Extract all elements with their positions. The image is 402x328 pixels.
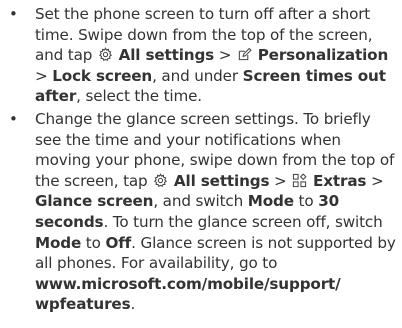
separator: > <box>35 66 53 85</box>
gear-icon <box>98 47 113 62</box>
tip-text: , and under <box>152 66 243 85</box>
tips-list: • Set the phone screen to turn off after… <box>5 4 398 315</box>
tip-text: . To turn the glance screen off, switch <box>103 212 383 231</box>
separator: > <box>269 171 292 190</box>
personalization-label: Personalization <box>257 46 389 65</box>
bullet: • <box>9 5 18 23</box>
lock-screen-label: Lock screen <box>52 66 153 85</box>
extras-icon <box>292 173 307 188</box>
mode-label: Mode <box>247 192 294 211</box>
separator: > <box>366 171 384 190</box>
tip-text: , and switch <box>153 192 248 211</box>
extras-label: Extras <box>313 171 367 190</box>
gear-icon <box>153 172 168 188</box>
glance-screen-label: Glance screen <box>35 192 154 211</box>
pencil-icon <box>237 47 252 62</box>
separator: > <box>214 46 237 65</box>
tip-text: to <box>81 233 106 252</box>
mode-label: Mode <box>35 233 82 252</box>
tip-text: , select the time. <box>76 87 202 106</box>
tip-text: to <box>293 192 319 211</box>
bullet: • <box>9 109 18 128</box>
all-settings-label: All settings <box>173 171 270 190</box>
tip-screen-timeout: • Set the phone screen to turn off after… <box>5 4 398 107</box>
tip-glance-screen: • Change the glance screen settings. To … <box>5 109 398 315</box>
tip-text: . <box>130 295 136 314</box>
all-settings-label: All settings <box>118 46 215 65</box>
support-link[interactable]: www.microsoft.com/mobile/support/wpfeatu… <box>35 275 341 314</box>
off-value: Off <box>105 233 132 252</box>
document-page: • Set the phone screen to turn off after… <box>0 0 402 328</box>
